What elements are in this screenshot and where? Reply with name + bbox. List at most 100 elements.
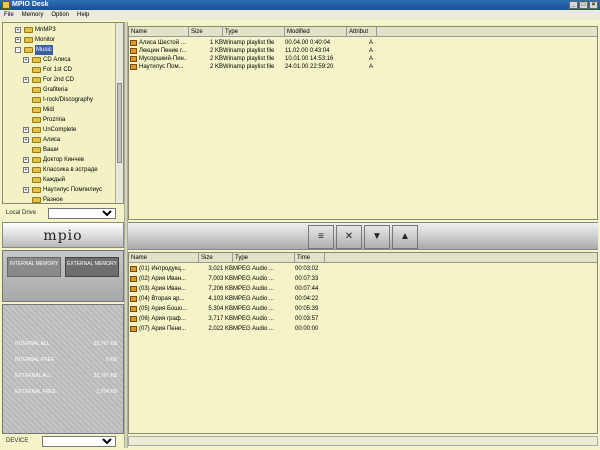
list-button[interactable]: ≡ bbox=[308, 225, 334, 249]
upload-button[interactable]: ▲ bbox=[392, 225, 418, 249]
tree-item[interactable]: Prozrina bbox=[3, 115, 113, 125]
cell-name: (07) Ария Пени... bbox=[139, 326, 187, 332]
external-memory-tab[interactable]: EXTERNAL MEMORY bbox=[65, 257, 119, 277]
menu-file[interactable]: File bbox=[4, 10, 14, 20]
tree-item[interactable]: + Наутилус Помпилиус bbox=[3, 185, 113, 195]
tree-item[interactable]: Каждый bbox=[3, 175, 113, 185]
col-name[interactable]: Name bbox=[129, 27, 189, 37]
tree-item[interactable]: Разное bbox=[3, 195, 113, 203]
table-row[interactable]: (04) Вторая ар... 4,103 KB MPEG Audio ... 0… bbox=[129, 295, 597, 303]
tree-item-label: UnComplete bbox=[43, 127, 77, 133]
table-row[interactable]: (02) Ария Иван... 7,003 KB MPEG Audio ... 0… bbox=[129, 275, 597, 283]
cell-size: 3,717 KB bbox=[208, 316, 233, 322]
horizontal-scrollbar[interactable] bbox=[128, 436, 598, 446]
stat-row: INTERNAL FREE : 0 KB bbox=[7, 357, 121, 365]
table-row[interactable]: Лекции Пение г... 2 KB Winamp playlist fil… bbox=[129, 47, 597, 55]
table-row[interactable]: (01) Интродукц... 3,021 KB MPEG Audio ... 0… bbox=[129, 265, 597, 273]
device-label: DEVICE bbox=[6, 438, 29, 444]
stat-value: 0 KB bbox=[106, 357, 117, 363]
title-bar: MPIO Desk _ □ × bbox=[0, 0, 600, 10]
expander-icon[interactable]: + bbox=[23, 157, 29, 163]
tree-item[interactable]: + Классика в эстраде bbox=[3, 165, 113, 175]
drive-label: Local Drive bbox=[6, 210, 37, 216]
tree-item[interactable]: + CD Алиса bbox=[3, 55, 113, 65]
expander-icon[interactable]: + bbox=[23, 57, 29, 63]
cell-type: MPEG Audio ... bbox=[233, 276, 275, 282]
tree-item[interactable]: Midi bbox=[3, 105, 113, 115]
tree-item[interactable]: + Доктор Кинчев bbox=[3, 155, 113, 165]
cell-modified: 00.04.00 0:40:04 bbox=[285, 40, 331, 46]
col-type[interactable]: Type bbox=[223, 27, 285, 37]
tree-item[interactable]: + Алиса bbox=[3, 135, 113, 145]
col-modified[interactable]: Modified bbox=[285, 27, 347, 37]
table-row[interactable]: Алиса Шестой ... 1 KB Winamp playlist file… bbox=[129, 39, 597, 47]
menu-help[interactable]: Help bbox=[77, 10, 89, 20]
internal-memory-tab[interactable]: INTERNAL MEMORY bbox=[7, 257, 61, 277]
transfer-toolbar: ≡ ✕ ▼ ▲ bbox=[128, 222, 598, 250]
menu-memory[interactable]: Memory bbox=[22, 10, 44, 20]
cell-size: 7,003 KB bbox=[208, 276, 233, 282]
expander-icon[interactable]: + bbox=[23, 127, 29, 133]
table-row[interactable]: (05) Ария Бошо... 5,304 KB MPEG Audio ... 0… bbox=[129, 305, 597, 313]
folder-tree[interactable]: + MnMP3 + Monitor - Music + CD Алиса For 1st CD +… bbox=[2, 22, 124, 204]
menu-bar: File Memory Option Help bbox=[0, 10, 600, 20]
expander-icon[interactable]: + bbox=[15, 27, 21, 33]
folder-icon bbox=[24, 27, 33, 33]
minimize-icon[interactable]: _ bbox=[569, 1, 578, 9]
table-row[interactable]: Мусоршкий-Пин... 2 KB Winamp playlist file… bbox=[129, 55, 597, 63]
tree-item[interactable]: Grafiteria bbox=[3, 85, 113, 95]
tree-item[interactable]: For 1st CD bbox=[3, 65, 113, 75]
cell-time: 00:07:33 bbox=[295, 276, 319, 282]
expander-icon[interactable]: + bbox=[23, 77, 29, 83]
tree-item-label: Алиса bbox=[43, 137, 61, 143]
expander-icon[interactable]: + bbox=[23, 167, 29, 173]
tree-item[interactable]: + For 2nd CD bbox=[3, 75, 113, 85]
table-row[interactable]: (07) Ария Пени... 2,022 KB MPEG Audio ... 0… bbox=[129, 325, 597, 333]
table-row[interactable]: Наутилус Пом... 2 KB Winamp playlist file 2… bbox=[129, 63, 597, 71]
col-attribut[interactable]: Attribut bbox=[347, 27, 377, 37]
expander-icon[interactable]: + bbox=[23, 137, 29, 143]
close-icon[interactable]: × bbox=[589, 1, 598, 9]
cell-size: 2 KB bbox=[209, 56, 223, 62]
tree-item[interactable]: + UnComplete bbox=[3, 125, 113, 135]
menu-option[interactable]: Option bbox=[51, 10, 69, 20]
tree-item-label: For 2nd CD bbox=[43, 77, 75, 83]
col-size[interactable]: Size bbox=[199, 253, 233, 263]
col-type[interactable]: Type bbox=[233, 253, 295, 263]
drive-select[interactable] bbox=[48, 208, 116, 219]
cell-type: MPEG Audio ... bbox=[233, 316, 275, 322]
cell-type: Winamp playlist file bbox=[223, 40, 275, 46]
memory-stats: INTERNAL ALL : 33,797 KB INTERNAL FREE :… bbox=[2, 304, 124, 434]
tree-scroll-thumb[interactable] bbox=[117, 83, 122, 163]
tree-item[interactable]: - Music bbox=[3, 45, 113, 55]
tree-item-label: Разное bbox=[43, 197, 63, 203]
expander-icon[interactable]: + bbox=[23, 187, 29, 193]
col-name[interactable]: Name bbox=[129, 253, 199, 263]
drive-select-row: Local Drive bbox=[2, 208, 124, 220]
cell-type: Winamp playlist file bbox=[223, 64, 275, 70]
expander-icon[interactable]: + bbox=[15, 37, 21, 43]
cell-name: Алиса Шестой ... bbox=[139, 40, 186, 46]
tree-item[interactable]: + Monitor bbox=[3, 35, 113, 45]
memory-tabs: INTERNAL MEMORY EXTERNAL MEMORY bbox=[2, 250, 124, 302]
table-row[interactable]: (06) Ария граф... 3,717 KB MPEG Audio ... 0… bbox=[129, 315, 597, 323]
cell-time: 00:03:02 bbox=[295, 266, 319, 272]
cell-modified: 24.01.00 22:59:20 bbox=[285, 64, 334, 70]
maximize-icon[interactable]: □ bbox=[579, 1, 588, 9]
pc-file-list[interactable]: Name Size Type Modified Attribut Алиса Ш… bbox=[128, 26, 598, 220]
stat-key: EXTERNAL FREE : bbox=[15, 389, 59, 395]
delete-button[interactable]: ✕ bbox=[336, 225, 362, 249]
download-button[interactable]: ▼ bbox=[364, 225, 390, 249]
col-time[interactable]: Time bbox=[295, 253, 325, 263]
tree-scrollbar[interactable] bbox=[115, 23, 123, 203]
tree-item[interactable]: Ваши bbox=[3, 145, 113, 155]
cell-attr: A bbox=[369, 40, 374, 46]
cell-type: Winamp playlist file bbox=[223, 48, 275, 54]
device-select[interactable] bbox=[42, 436, 116, 447]
col-size[interactable]: Size bbox=[189, 27, 223, 37]
device-file-list[interactable]: Name Size Type Time (01) Интродукц... 3,0… bbox=[128, 252, 598, 434]
expander-icon[interactable]: - bbox=[15, 47, 21, 53]
tree-item[interactable]: + MnMP3 bbox=[3, 25, 113, 35]
tree-item[interactable]: I-rock/Discography bbox=[3, 95, 113, 105]
table-row[interactable]: (03) Ария Иван... 7,206 KB MPEG Audio ... 0… bbox=[129, 285, 597, 293]
